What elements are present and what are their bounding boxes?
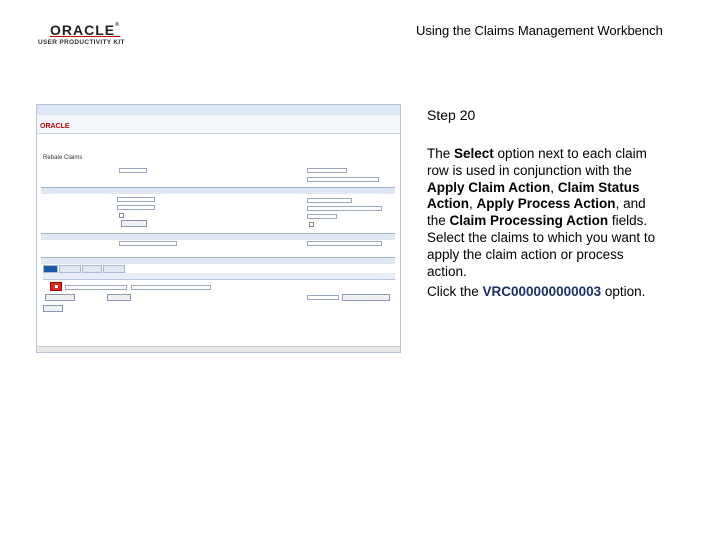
vendor-id-field[interactable] [117, 205, 155, 210]
claim-age-field[interactable] [307, 214, 337, 219]
claims-grid-header [41, 257, 395, 264]
page-title: Rebate Claims [43, 155, 83, 161]
document-title: Using the Claims Management Workbench [416, 23, 663, 38]
description-field [307, 177, 379, 182]
apply-to-selected-rows-section [41, 233, 395, 240]
override-accounting-date-field[interactable] [307, 295, 339, 300]
apply-claim-action-dropdown[interactable] [119, 241, 177, 246]
rebate-id-search-field[interactable] [307, 198, 352, 203]
submit-for-processing-button[interactable] [342, 294, 390, 301]
claim-id-field[interactable] [117, 197, 155, 202]
apply-process-action-dropdown[interactable] [307, 241, 382, 246]
claim-status-dropdown[interactable] [307, 206, 382, 211]
business-unit-field [119, 168, 147, 173]
application-screenshot: ORACLE Rebate Claims [36, 104, 401, 353]
claim-processing-action-dropdown[interactable] [131, 285, 211, 290]
app-logo: ORACLE [40, 123, 70, 130]
step-description: The Select option next to each claim row… [427, 146, 656, 279]
refresh-button[interactable] [107, 294, 131, 301]
header-bar [37, 115, 400, 134]
tab-settlement[interactable] [59, 265, 81, 273]
logo-subtext: USER PRODUCTIVITY KIT [38, 39, 125, 46]
tab-vendor[interactable] [103, 265, 125, 273]
vrc-option-link[interactable]: VRC000000000003 [483, 284, 602, 299]
get-claims-button[interactable] [121, 220, 147, 227]
logo-rule [50, 36, 120, 37]
open-first-row-button[interactable] [45, 294, 75, 301]
step-action: Click the VRC000000000003 option. [427, 284, 646, 299]
notify-button[interactable] [43, 305, 63, 312]
claims-search-section [41, 187, 395, 194]
claim-status-action-dropdown[interactable] [65, 285, 127, 290]
step-number: Step 20 [427, 107, 476, 123]
tab-reference[interactable] [82, 265, 102, 273]
oracle-upk-logo: ORACLE® USER PRODUCTIVITY KIT [38, 22, 128, 50]
breadcrumb-bar [37, 105, 400, 115]
claims-past-due-checkbox[interactable] [309, 222, 314, 227]
rebate-id-field [307, 168, 347, 173]
select-option-vrc000000000003[interactable] [50, 282, 62, 291]
horizontal-scrollbar[interactable] [37, 346, 400, 352]
grid-column-headers [43, 273, 395, 280]
override-option-checkbox[interactable] [119, 213, 124, 218]
tab-details[interactable] [43, 265, 58, 273]
